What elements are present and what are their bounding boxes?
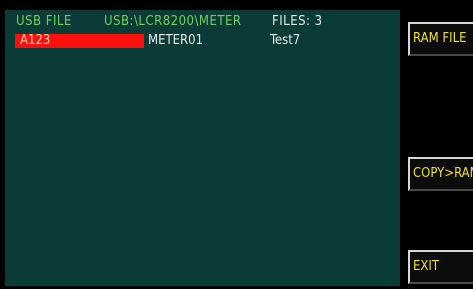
file-browser-screen: USB FILE USB:\LCR8200\METER FILES: 3 A12… xyxy=(5,10,400,286)
softkey-panel: RAM FILE COPY>RAM EXIT xyxy=(400,10,473,286)
file-comment: Test7 xyxy=(270,33,301,48)
copy-to-ram-button[interactable]: COPY>RAM xyxy=(408,157,473,191)
file-count: FILES: 3 xyxy=(272,14,323,29)
file-folder: METER01 xyxy=(148,33,204,48)
usb-path: USB:\LCR8200\METER xyxy=(104,14,242,29)
ram-file-button[interactable]: RAM FILE xyxy=(408,22,473,56)
mode-title: USB FILE xyxy=(16,14,72,29)
file-row[interactable]: A123 METER01 Test7 xyxy=(5,32,400,48)
exit-button[interactable]: EXIT xyxy=(408,250,473,284)
file-name-selected[interactable]: A123 xyxy=(15,34,144,48)
